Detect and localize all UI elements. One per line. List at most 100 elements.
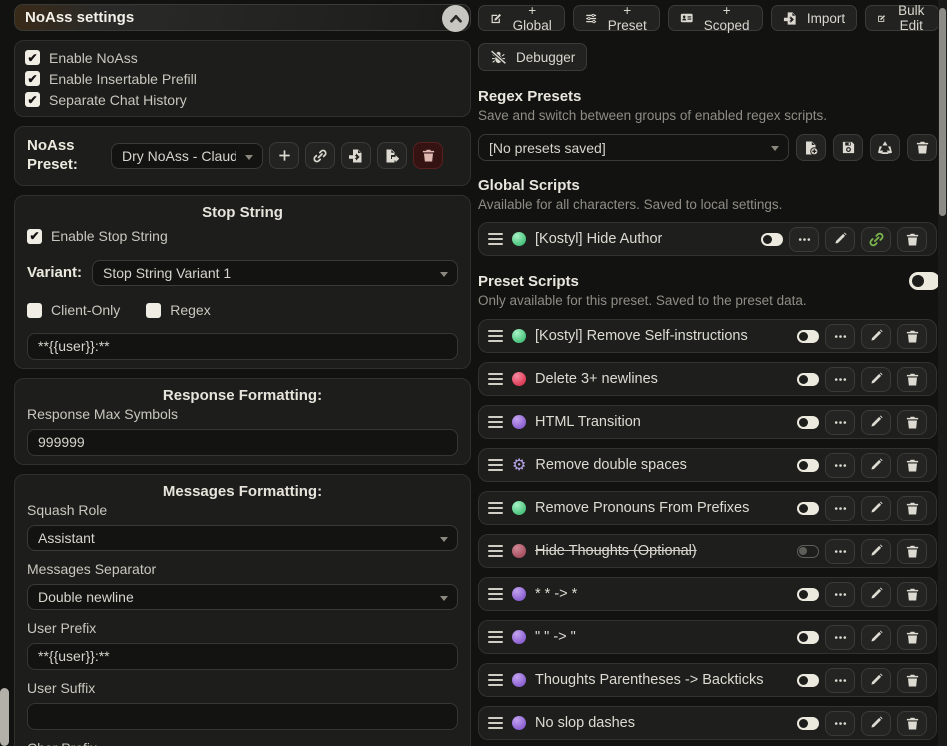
script-delete-button[interactable] (897, 539, 927, 564)
right-scrollbar-track[interactable] (938, 0, 947, 746)
script-more-button[interactable] (825, 582, 855, 607)
delete-regex-preset-button[interactable] (907, 134, 937, 161)
drag-handle-icon[interactable] (488, 233, 503, 245)
chevron-down-icon (245, 155, 253, 160)
add-scoped-button[interactable]: + Scoped (668, 5, 763, 31)
enable-insertable-prefill-option[interactable]: ✔ Enable Insertable Prefill (25, 68, 460, 89)
script-more-button[interactable] (825, 496, 855, 521)
left-scrollbar-thumb[interactable] (0, 688, 9, 746)
checkbox-checked-icon[interactable]: ✔ (27, 229, 42, 244)
checkbox-checked-icon[interactable]: ✔ (25, 50, 40, 65)
script-edit-button[interactable] (825, 227, 855, 252)
script-more-button[interactable] (789, 227, 819, 252)
script-enable-toggle[interactable] (797, 330, 819, 343)
export-preset-button[interactable] (377, 142, 407, 169)
variant-select[interactable]: Stop String Variant 1 (92, 260, 458, 286)
script-delete-button[interactable] (897, 668, 927, 693)
link-preset-button[interactable] (305, 142, 335, 169)
script-more-button[interactable] (825, 410, 855, 435)
script-enable-toggle[interactable] (797, 674, 819, 687)
drag-handle-icon[interactable] (488, 588, 503, 600)
new-preset-button[interactable] (269, 142, 299, 169)
script-more-button[interactable] (825, 367, 855, 392)
drag-handle-icon[interactable] (488, 545, 503, 557)
script-more-button[interactable] (825, 668, 855, 693)
drag-handle-icon[interactable] (488, 373, 503, 385)
enable-stop-string-option[interactable]: ✔ Enable Stop String (27, 226, 458, 247)
script-more-button[interactable] (825, 453, 855, 478)
script-delete-button[interactable] (897, 410, 927, 435)
debugger-button[interactable]: Debugger (478, 43, 587, 71)
noass-settings-header[interactable]: NoAss settings (14, 4, 471, 31)
drag-handle-icon[interactable] (488, 717, 503, 729)
stop-string-input[interactable] (27, 333, 458, 360)
squash-role-select[interactable]: Assistant (27, 525, 458, 551)
enable-noass-option[interactable]: ✔ Enable NoAss (25, 47, 460, 68)
script-delete-button[interactable] (897, 711, 927, 736)
drag-handle-icon[interactable] (488, 502, 503, 514)
save-regex-preset-button[interactable] (833, 134, 863, 161)
script-more-button[interactable] (825, 625, 855, 650)
user-prefix-input[interactable] (27, 643, 458, 670)
drag-handle-icon[interactable] (488, 459, 503, 471)
script-enable-toggle[interactable] (797, 717, 819, 730)
script-delete-button[interactable] (897, 453, 927, 478)
script-delete-button[interactable] (897, 227, 927, 252)
drag-handle-icon[interactable] (488, 674, 503, 686)
checkbox-checked-icon[interactable]: ✔ (25, 71, 40, 86)
preset-scripts-toggle[interactable] (909, 272, 940, 290)
user-suffix-input[interactable] (27, 703, 458, 730)
script-enable-toggle[interactable] (797, 416, 819, 429)
script-delete-button[interactable] (897, 496, 927, 521)
script-edit-button[interactable] (861, 668, 891, 693)
regex-preset-select[interactable]: [No presets saved] (478, 134, 789, 161)
import-scripts-button[interactable]: Import (771, 5, 857, 31)
script-edit-button[interactable] (861, 324, 891, 349)
delete-preset-button[interactable] (413, 142, 443, 169)
drag-handle-icon[interactable] (488, 631, 503, 643)
script-edit-button[interactable] (861, 711, 891, 736)
script-enable-toggle[interactable] (797, 588, 819, 601)
script-enable-toggle[interactable] (797, 545, 819, 558)
checkbox-checked-icon[interactable]: ✔ (25, 92, 40, 107)
new-regex-preset-button[interactable] (796, 134, 826, 161)
add-preset-button[interactable]: + Preset (573, 5, 660, 31)
drag-handle-icon[interactable] (488, 416, 503, 428)
add-global-button[interactable]: + Global (478, 5, 565, 31)
script-edit-button[interactable] (861, 367, 891, 392)
script-edit-button[interactable] (861, 539, 891, 564)
drag-handle-icon[interactable] (488, 330, 503, 342)
script-enable-toggle[interactable] (797, 631, 819, 644)
script-more-button[interactable] (825, 324, 855, 349)
checkbox-unchecked-icon[interactable] (146, 303, 161, 318)
file-export-icon (384, 148, 400, 164)
script-link-button[interactable] (861, 227, 891, 252)
script-delete-button[interactable] (897, 367, 927, 392)
script-delete-button[interactable] (897, 324, 927, 349)
checkbox-unchecked-icon[interactable] (27, 303, 42, 318)
script-enable-toggle[interactable] (797, 459, 819, 472)
collapse-button[interactable] (442, 5, 469, 32)
script-enable-toggle[interactable] (761, 233, 783, 246)
script-enable-toggle[interactable] (797, 502, 819, 515)
script-delete-button[interactable] (897, 582, 927, 607)
client-only-option[interactable]: Client-Only (27, 300, 120, 321)
right-scrollbar-thumb[interactable] (939, 8, 946, 216)
bulk-edit-button[interactable]: Bulk Edit (865, 5, 939, 31)
script-edit-button[interactable] (861, 496, 891, 521)
regex-option[interactable]: Regex (146, 300, 210, 321)
script-delete-button[interactable] (897, 625, 927, 650)
script-edit-button[interactable] (861, 625, 891, 650)
script-more-button[interactable] (825, 711, 855, 736)
separate-chat-history-option[interactable]: ✔ Separate Chat History (25, 89, 460, 110)
response-max-symbols-input[interactable] (27, 429, 458, 456)
script-edit-button[interactable] (861, 410, 891, 435)
script-more-button[interactable] (825, 539, 855, 564)
messages-separator-select[interactable]: Double newline (27, 584, 458, 610)
script-edit-button[interactable] (861, 453, 891, 478)
restore-regex-preset-button[interactable] (870, 134, 900, 161)
script-enable-toggle[interactable] (797, 373, 819, 386)
noass-preset-select[interactable]: Dry NoAss - Claude (111, 143, 263, 169)
script-edit-button[interactable] (861, 582, 891, 607)
import-preset-button[interactable] (341, 142, 371, 169)
